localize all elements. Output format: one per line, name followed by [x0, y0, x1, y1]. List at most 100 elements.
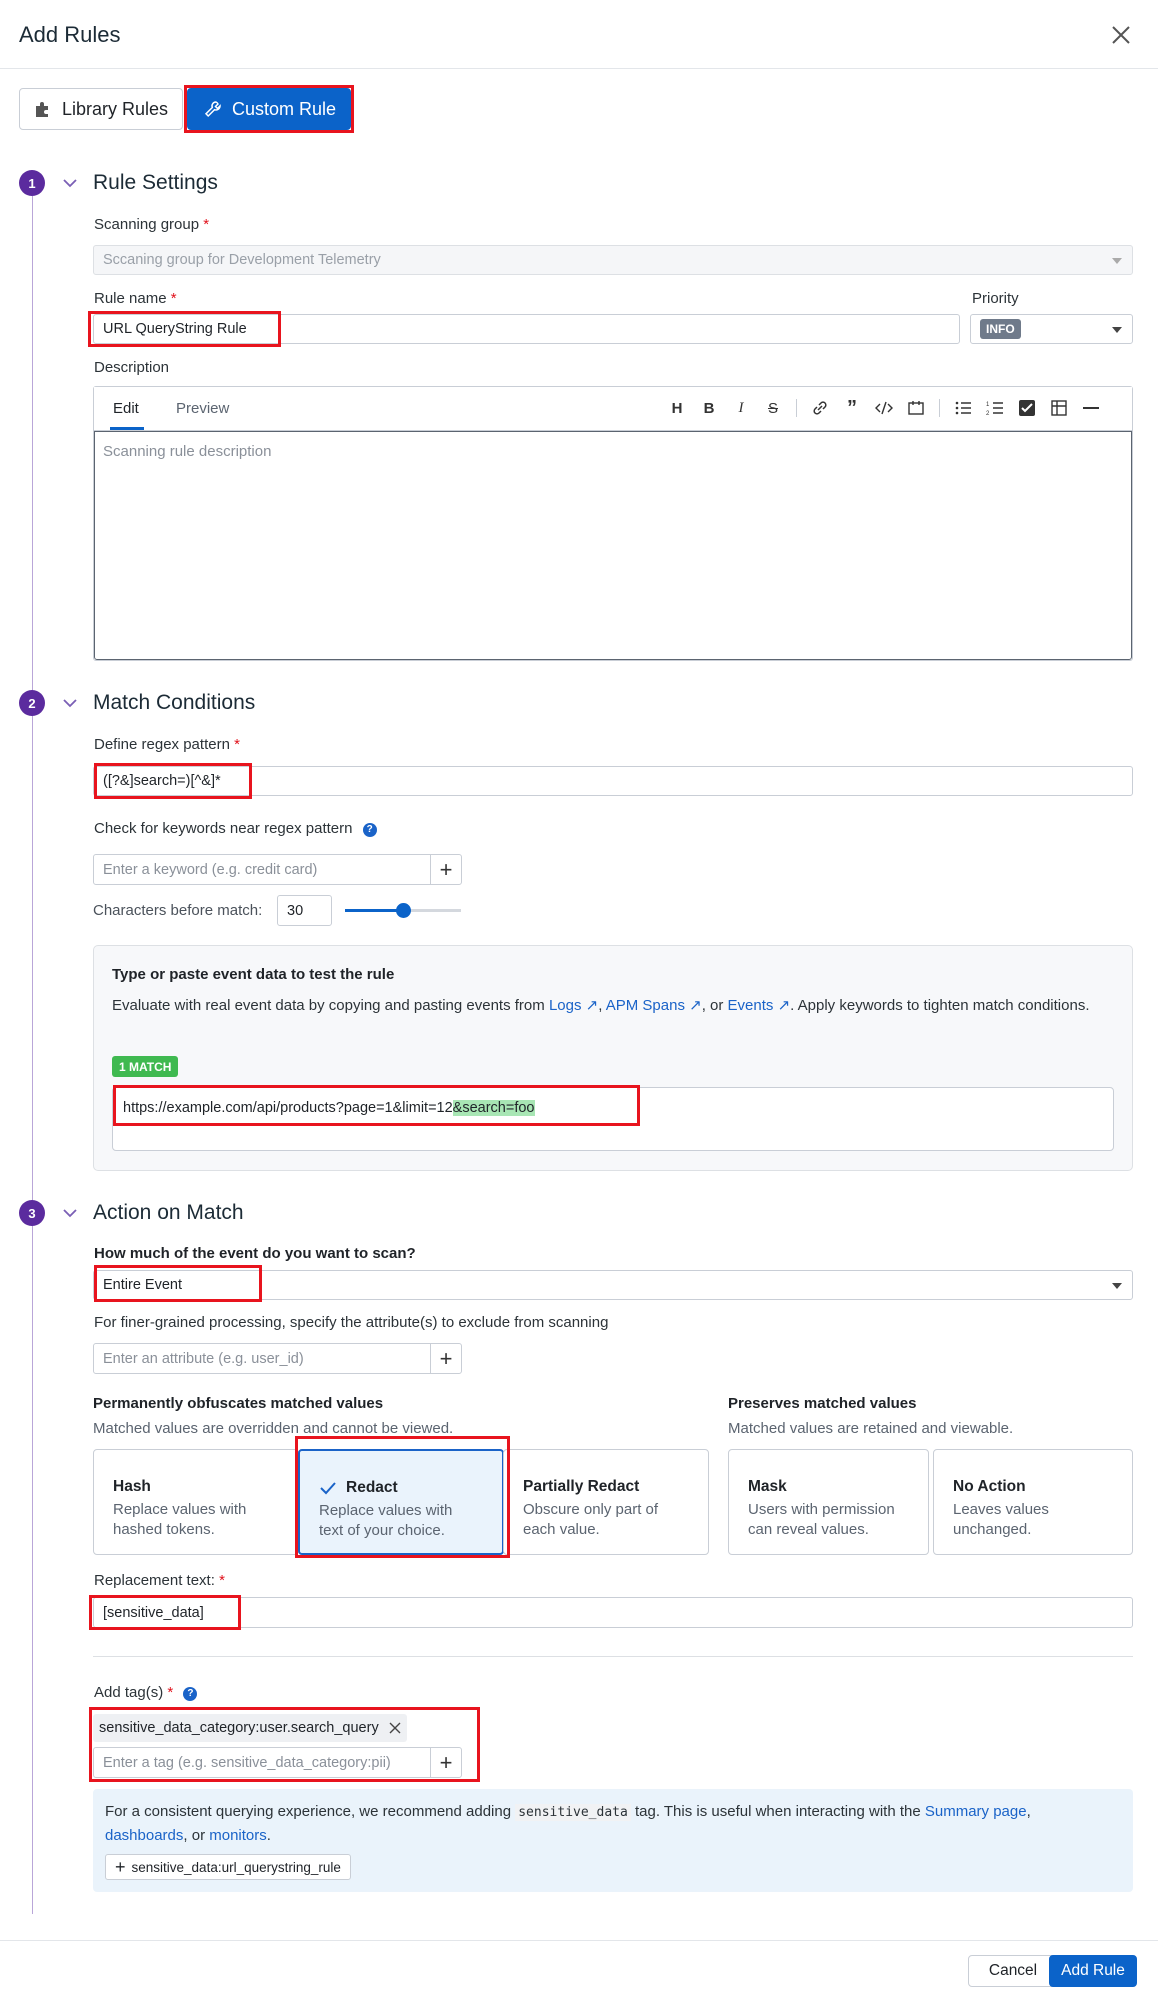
- pres-desc: Matched values are retained and viewable…: [728, 1420, 1014, 1437]
- bullet-list-icon[interactable]: [954, 399, 972, 417]
- test-description: Evaluate with real event data by copying…: [112, 995, 1112, 1017]
- table-icon[interactable]: [1050, 399, 1068, 417]
- add-keyword-button[interactable]: +: [430, 854, 462, 885]
- step-line: [32, 196, 33, 1914]
- description-textarea[interactable]: [94, 431, 1132, 660]
- wrench-icon: [204, 101, 221, 118]
- tab-preview[interactable]: Preview: [176, 400, 229, 417]
- external-link-icon: ↗: [684, 997, 702, 1014]
- apm-spans-link[interactable]: APM Spans: [606, 997, 685, 1014]
- svg-text:1: 1: [986, 402, 990, 408]
- priority-select[interactable]: INFO: [970, 314, 1133, 344]
- chevron-down-icon[interactable]: [63, 1208, 77, 1218]
- plus-icon: +: [439, 856, 453, 882]
- external-link-icon: ↗: [773, 997, 791, 1014]
- info-code: sensitive_data: [515, 1804, 631, 1821]
- code-icon[interactable]: [875, 399, 893, 417]
- action-card-hash[interactable]: Hash Replace values with hashed tokens.: [93, 1449, 299, 1555]
- suggested-tag-button[interactable]: + sensitive_data:url_querystring_rule: [105, 1854, 351, 1880]
- checkbox-icon[interactable]: [1018, 399, 1036, 417]
- quote-icon[interactable]: ”: [843, 397, 861, 419]
- external-link-icon: ↗: [581, 997, 599, 1014]
- rule-name-input[interactable]: URL QueryString Rule: [93, 314, 960, 344]
- action-card-redact[interactable]: Redact Replace values with text of your …: [298, 1449, 504, 1555]
- rule-name-value: URL QueryString Rule: [103, 321, 247, 337]
- chevron-down-icon: [1112, 327, 1122, 333]
- tab-custom-rule[interactable]: Custom Rule: [187, 88, 351, 130]
- chevron-down-icon[interactable]: [63, 698, 77, 708]
- section-title-action-on-match: Action on Match: [93, 1201, 244, 1224]
- scanning-group-select[interactable]: Sccaning group for Development Telemetry: [93, 245, 1133, 275]
- replacement-input[interactable]: [sensitive_data]: [93, 1597, 1133, 1628]
- events-link[interactable]: Events: [728, 997, 774, 1014]
- keyword-input[interactable]: Enter a keyword (e.g. credit card): [93, 854, 431, 885]
- footer-divider: [0, 1940, 1158, 1941]
- bold-icon[interactable]: B: [700, 399, 718, 417]
- help-icon[interactable]: ?: [362, 822, 377, 837]
- horizontal-rule-icon[interactable]: [1082, 399, 1100, 417]
- sample-event-text: https://example.com/api/products?page=1&…: [123, 1100, 535, 1116]
- tag-input[interactable]: Enter a tag (e.g. sensitive_data_categor…: [93, 1747, 431, 1778]
- italic-icon[interactable]: I: [732, 399, 750, 417]
- toolbar-divider: [796, 399, 797, 417]
- dialog-title: Add Rules: [19, 22, 121, 47]
- heading-icon[interactable]: H: [668, 399, 686, 417]
- tag-chip-label: sensitive_data_category:user.search_quer…: [99, 1720, 379, 1736]
- strikethrough-icon[interactable]: S: [764, 399, 782, 417]
- scan-scope-select[interactable]: Entire Event: [93, 1270, 1133, 1300]
- card-desc: Replace values with text of your choice.: [319, 1502, 453, 1539]
- card-title: Partially Redact: [523, 1478, 640, 1495]
- description-editor: Edit Preview H B I S ” 12 Scanning rule …: [93, 386, 1133, 661]
- keyword-placeholder: Enter a keyword (e.g. credit card): [103, 861, 318, 878]
- sample-plain: https://example.com/api/products?page=1&…: [123, 1100, 453, 1116]
- header-divider: [0, 68, 1158, 69]
- test-desc-text: . Apply keywords to tighten match condit…: [790, 997, 1090, 1014]
- scanning-group-label: Scanning group *: [94, 216, 210, 233]
- sample-event-textarea[interactable]: https://example.com/api/products?page=1&…: [112, 1087, 1114, 1151]
- monitors-link[interactable]: monitors: [209, 1827, 267, 1844]
- card-desc: Replace values with hashed tokens.: [113, 1501, 247, 1538]
- test-desc-text: Evaluate with real event data by copying…: [112, 997, 549, 1014]
- chevron-down-icon[interactable]: [63, 178, 77, 188]
- help-icon[interactable]: ?: [183, 1686, 198, 1701]
- dashboards-link[interactable]: dashboards: [105, 1827, 183, 1844]
- attribute-input[interactable]: Enter an attribute (e.g. user_id): [93, 1343, 431, 1374]
- perm-desc: Matched values are overridden and cannot…: [93, 1420, 454, 1437]
- add-rule-button[interactable]: Add Rule: [1049, 1955, 1137, 1987]
- regex-input[interactable]: ([?&]search=)[^&]*: [93, 766, 1133, 796]
- link-icon[interactable]: [811, 399, 829, 417]
- slider-thumb[interactable]: [396, 903, 411, 918]
- card-desc: Leaves values unchanged.: [953, 1501, 1049, 1538]
- info-text: tag. This is useful when interacting wit…: [630, 1803, 925, 1820]
- summary-page-link[interactable]: Summary page: [925, 1803, 1027, 1820]
- code-block-icon[interactable]: [907, 399, 925, 417]
- add-attribute-button[interactable]: +: [430, 1343, 462, 1374]
- plus-icon: +: [115, 1856, 126, 1877]
- description-placeholder: Scanning rule description: [103, 443, 272, 460]
- action-card-partially-redact[interactable]: Partially Redact Obscure only part of ea…: [503, 1449, 709, 1555]
- chevron-down-icon: [1112, 258, 1122, 264]
- info-text: .: [266, 1827, 271, 1844]
- perm-title: Permanently obfuscates matched values: [93, 1395, 384, 1412]
- cancel-button[interactable]: Cancel: [968, 1955, 1058, 1987]
- pres-title: Preserves matched values: [728, 1395, 917, 1412]
- tab-library-rules[interactable]: Library Rules: [19, 88, 183, 130]
- add-tag-button[interactable]: +: [430, 1747, 462, 1778]
- card-desc: Users with permission can reveal values.: [748, 1501, 895, 1538]
- chars-before-input[interactable]: 30: [277, 895, 332, 926]
- attribute-placeholder: Enter an attribute (e.g. user_id): [103, 1350, 304, 1367]
- card-title: No Action: [953, 1478, 1026, 1495]
- action-card-no-action[interactable]: No Action Leaves values unchanged.: [933, 1449, 1133, 1555]
- card-title: Redact: [346, 1479, 398, 1496]
- numbered-list-icon[interactable]: 12: [986, 399, 1004, 417]
- action-card-mask[interactable]: Mask Users with permission can reveal va…: [728, 1449, 929, 1555]
- remove-tag-icon[interactable]: [389, 1722, 401, 1734]
- chars-before-value: 30: [287, 902, 304, 919]
- suggested-tag-label: sensitive_data:url_querystring_rule: [131, 1859, 341, 1875]
- step-3-badge: 3: [19, 1200, 45, 1226]
- close-icon[interactable]: [1108, 22, 1134, 48]
- description-label: Description: [94, 359, 170, 376]
- svg-text:2: 2: [986, 411, 990, 417]
- logs-link[interactable]: Logs: [549, 997, 582, 1014]
- tab-edit[interactable]: Edit: [113, 400, 139, 417]
